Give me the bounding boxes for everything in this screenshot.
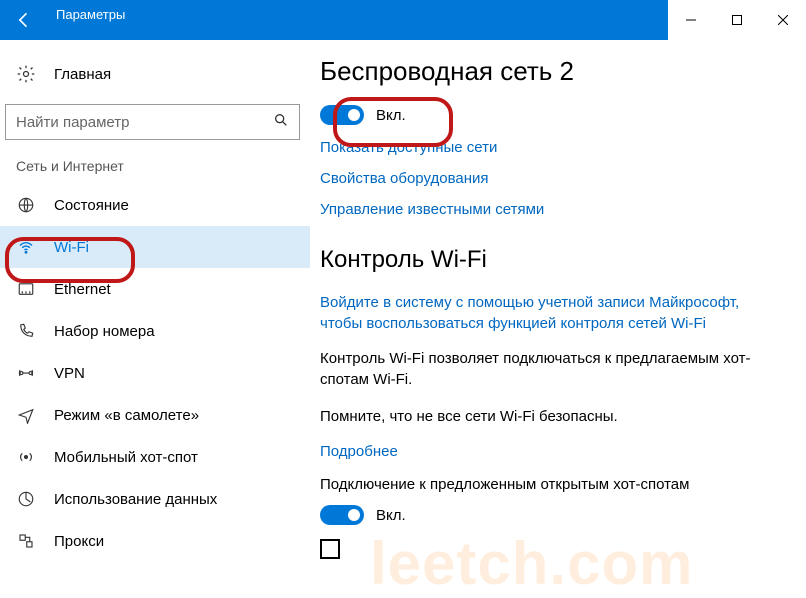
heading-wireless: Беспроводная сеть 2 [320,56,782,87]
nav-label: Режим «в самолете» [54,407,199,424]
nav-proxy[interactable]: Прокси [0,520,310,562]
nav-dialup[interactable]: Набор номера [0,310,310,352]
airplane-icon [16,406,36,424]
wifi-toggle-label: Вкл. [376,107,406,124]
nav-home[interactable]: Главная [0,56,310,92]
nav-airplane[interactable]: Режим «в самолете» [0,394,310,436]
nav-ethernet[interactable]: Ethernet [0,268,310,310]
nav-datausage[interactable]: Использование данных [0,478,310,520]
nav-wifi[interactable]: Wi-Fi [0,226,310,268]
link-show-networks[interactable]: Показать доступные сети [320,139,782,156]
open-hotspot-toggle-label: Вкл. [376,507,406,524]
nav-label: Wi-Fi [54,239,89,256]
link-hardware-props[interactable]: Свойства оборудования [320,170,782,187]
titlebar: Параметры [0,0,806,40]
search-input[interactable] [16,114,273,131]
nav-home-label: Главная [54,66,111,83]
vpn-icon [16,364,36,382]
text-connect-open: Подключение к предложенным открытым хот-… [320,474,782,495]
data-icon [16,490,36,508]
nav-vpn[interactable]: VPN [0,352,310,394]
maximize-button[interactable] [714,0,760,40]
link-signin-ms[interactable]: Войдите в систему с помощью учетной запи… [320,292,782,334]
wifi-icon [16,238,36,256]
sidebar-section-label: Сеть и Интернет [0,158,310,174]
heading-wifi-sense: Контроль Wi-Fi [320,246,782,274]
checkbox-banner[interactable] [320,539,340,559]
link-known-networks[interactable]: Управление известными сетями [320,201,782,218]
search-icon [273,112,289,133]
proxy-icon [16,532,36,550]
sidebar: Главная Сеть и Интернет Состояние Wi-Fi … [0,40,310,598]
nav-label: Ethernet [54,281,111,298]
nav-hotspot[interactable]: Мобильный хот-спот [0,436,310,478]
window-title: Параметры [48,7,668,22]
nav-label: Прокси [54,533,104,550]
main-panel: Беспроводная сеть 2 Вкл. Показать доступ… [310,40,806,598]
nav-label: Использование данных [54,491,217,508]
phone-icon [16,322,36,340]
wifi-toggle[interactable] [320,105,364,125]
gear-icon [16,64,36,84]
nav-label: Набор номера [54,323,155,340]
nav-label: VPN [54,365,85,382]
close-button[interactable] [760,0,806,40]
open-hotspot-toggle[interactable] [320,505,364,525]
ethernet-icon [16,280,36,298]
nav-status[interactable]: Состояние [0,184,310,226]
link-learn-more[interactable]: Подробнее [320,443,782,460]
nav-label: Состояние [54,197,129,214]
text-wifi-warning: Помните, что не все сети Wi-Fi безопасны… [320,406,782,427]
nav-label: Мобильный хот-спот [54,449,198,466]
search-box[interactable] [5,104,300,140]
globe-icon [16,196,36,214]
back-button[interactable] [0,0,48,40]
minimize-button[interactable] [668,0,714,40]
text-wifi-sense-desc: Контроль Wi-Fi позволяет подключаться к … [320,348,782,390]
hotspot-icon [16,448,36,466]
